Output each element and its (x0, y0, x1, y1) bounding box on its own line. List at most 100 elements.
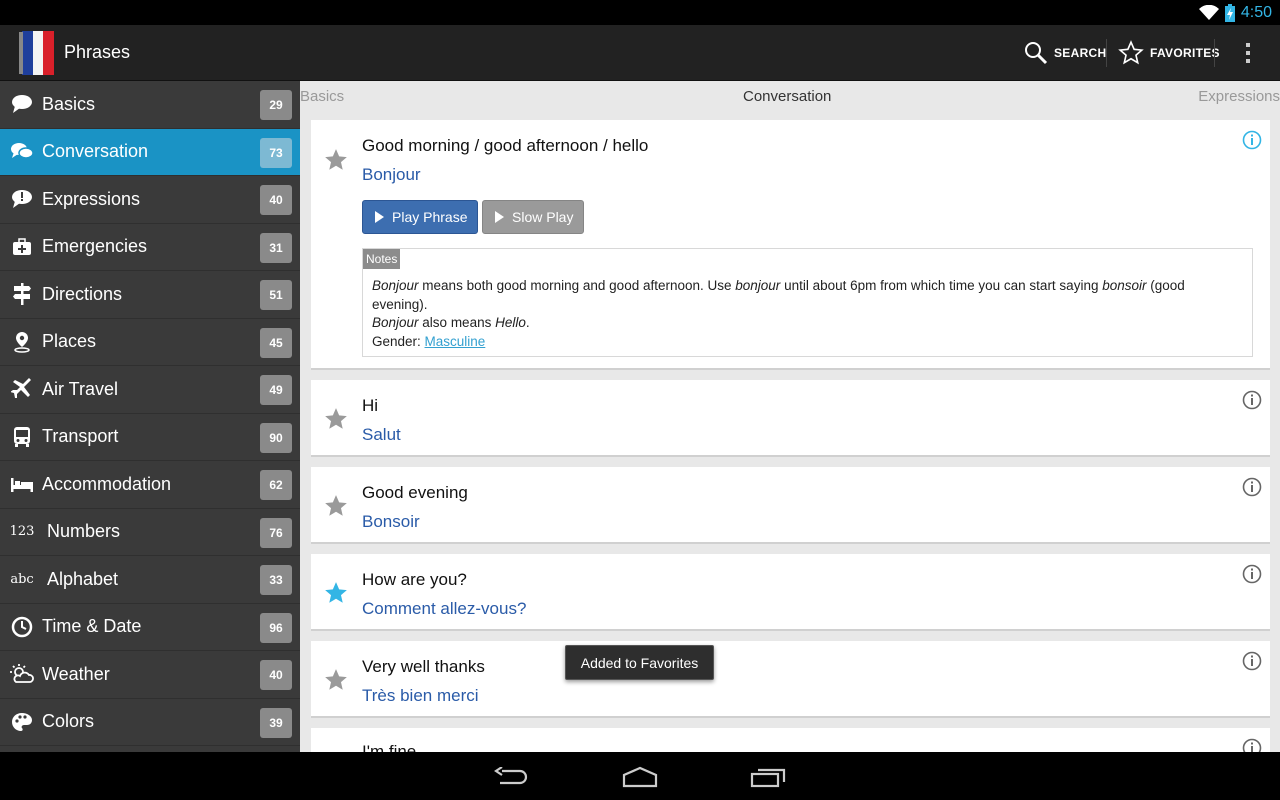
phrase-card[interactable]: I'm fine (311, 728, 1270, 752)
phrase-english: Good morning / good afternoon / hello (362, 136, 649, 155)
sidebar-item-accommodation[interactable]: Accommodation 62 (0, 461, 300, 509)
slow-play-label: Slow Play (512, 209, 574, 225)
sidebar-item-weather[interactable]: Weather 40 (0, 651, 300, 699)
count-badge: 76 (260, 517, 292, 548)
category-sidebar: Basics 29 Conversation 73 Expressions 40 Emerg… (0, 81, 300, 752)
sidebar-item-places[interactable]: Places 45 (0, 319, 300, 366)
back-icon[interactable] (490, 762, 534, 792)
sidebar-item-label: Weather (42, 663, 110, 684)
sidebar-item-label: Places (42, 331, 97, 352)
note-text: also means (418, 315, 496, 330)
sidebar-item-air-travel[interactable]: Air Travel 49 (0, 366, 300, 414)
phrase-card[interactable]: How are you? Comment allez-vous? (311, 554, 1270, 631)
tab-conversation[interactable]: Conversation (743, 88, 831, 105)
tab-expressions[interactable]: Expressions (1198, 88, 1280, 105)
recent-apps-icon[interactable] (746, 762, 790, 792)
status-bar: 4:50 (0, 0, 1280, 25)
info-icon[interactable] (1242, 738, 1262, 752)
system-nav-bar (0, 752, 1280, 800)
french-flag-book-icon[interactable] (18, 29, 56, 77)
phrase-french: Salut (362, 425, 401, 444)
slow-play-button[interactable]: Slow Play (482, 200, 585, 234)
sidebar-item-directions[interactable]: Directions 51 (0, 271, 300, 319)
info-icon[interactable] (1242, 651, 1262, 671)
sidebar-item-label: Alphabet (47, 568, 119, 589)
count-badge: 62 (260, 470, 292, 500)
star-icon[interactable] (323, 667, 349, 693)
count-badge: 31 (260, 232, 292, 263)
phrase-card[interactable]: Good morning / good afternoon / hello Bo… (311, 120, 1270, 370)
favorites-button[interactable]: FAVORITES (1118, 33, 1220, 73)
phrase-list-pane: Basics Conversation Expressions Good mor… (300, 81, 1280, 752)
play-phrase-button[interactable]: Play Phrase (362, 200, 479, 234)
overflow-menu-icon[interactable] (1236, 39, 1260, 67)
tab-basics[interactable]: Basics (300, 88, 344, 105)
count-badge: 51 (260, 280, 292, 310)
phrase-french: Comment allez-vous? (362, 599, 527, 618)
note-word: Hello (495, 315, 526, 330)
action-divider (1106, 39, 1107, 67)
info-icon[interactable] (1242, 390, 1262, 410)
weather-icon (4, 664, 40, 684)
play-icon (495, 211, 504, 223)
note-word: Bonjour (372, 278, 419, 293)
sidebar-item-numbers[interactable]: 123 Numbers 76 (0, 509, 300, 556)
phrase-card[interactable]: Good evening Bonsoir (311, 467, 1270, 544)
home-icon[interactable] (618, 762, 662, 792)
sidebar-item-expressions[interactable]: Expressions 40 (0, 176, 300, 224)
info-icon[interactable] (1242, 564, 1262, 584)
count-badge: 90 (260, 422, 292, 453)
note-word: Bonjour (372, 315, 419, 330)
phrase-card[interactable]: Very well thanks Très bien merci (311, 641, 1270, 718)
play-icon (375, 211, 384, 223)
conversation-bubbles-icon (4, 142, 40, 162)
gender-label: Gender: (372, 333, 425, 349)
search-button[interactable]: SEARCH (1024, 33, 1106, 73)
notes-tag: Notes (363, 249, 401, 269)
notes-text: Bonjour means both good morning and good… (372, 277, 1244, 351)
phrase-french: Bonjour (362, 165, 421, 184)
star-icon[interactable] (323, 493, 349, 519)
sidebar-item-label: Accommodation (42, 473, 172, 494)
note-text: . (525, 315, 530, 330)
exclamation-bubble-icon (4, 189, 40, 209)
info-icon[interactable] (1242, 130, 1262, 150)
sidebar-item-label: Numbers (47, 521, 121, 542)
sidebar-item-colors[interactable]: Colors 39 (0, 699, 300, 746)
count-badge: 40 (260, 660, 292, 690)
star-icon[interactable] (323, 147, 349, 173)
count-badge: 49 (260, 375, 292, 405)
search-label: SEARCH (1054, 46, 1107, 60)
bus-icon (4, 426, 40, 448)
play-phrase-label: Play Phrase (392, 209, 468, 225)
sidebar-item-label: Expressions (42, 188, 141, 209)
phrase-english: How are you? (362, 570, 467, 589)
numbers-icon: 123 (9, 524, 35, 540)
star-filled-icon[interactable] (323, 580, 349, 606)
sidebar-item-time-date[interactable]: Time & Date 96 (0, 604, 300, 651)
star-icon[interactable] (323, 406, 349, 432)
sidebar-item-label: Air Travel (42, 378, 119, 399)
wifi-icon (1198, 5, 1219, 20)
palette-icon (4, 712, 40, 732)
phrase-french: Bonsoir (362, 512, 420, 531)
battery-charging-icon (1224, 4, 1235, 22)
sidebar-item-alphabet[interactable]: abc Alphabet 33 (0, 556, 300, 604)
sidebar-item-basics[interactable]: Basics 29 (0, 81, 300, 129)
phrase-english: I'm fine (362, 742, 417, 752)
star-outline-icon (1118, 40, 1144, 65)
app-title: Phrases (64, 42, 131, 62)
search-icon (1025, 42, 1048, 65)
count-badge: 40 (260, 185, 292, 215)
favorites-label: FAVORITES (1150, 46, 1220, 60)
sidebar-item-transport[interactable]: Transport 90 (0, 414, 300, 461)
phrase-card[interactable]: Hi Salut (311, 380, 1270, 457)
airplane-icon (4, 378, 40, 400)
sidebar-item-emergencies[interactable]: Emergencies 31 (0, 224, 300, 271)
phrase-english: Very well thanks (362, 657, 485, 676)
gender-link[interactable]: Masculine (425, 334, 486, 349)
info-icon[interactable] (1242, 477, 1262, 497)
note-word: bonsoir (1102, 278, 1147, 293)
category-tabs: Basics Conversation Expressions (300, 81, 1280, 113)
sidebar-item-conversation[interactable]: Conversation 73 (0, 128, 300, 176)
